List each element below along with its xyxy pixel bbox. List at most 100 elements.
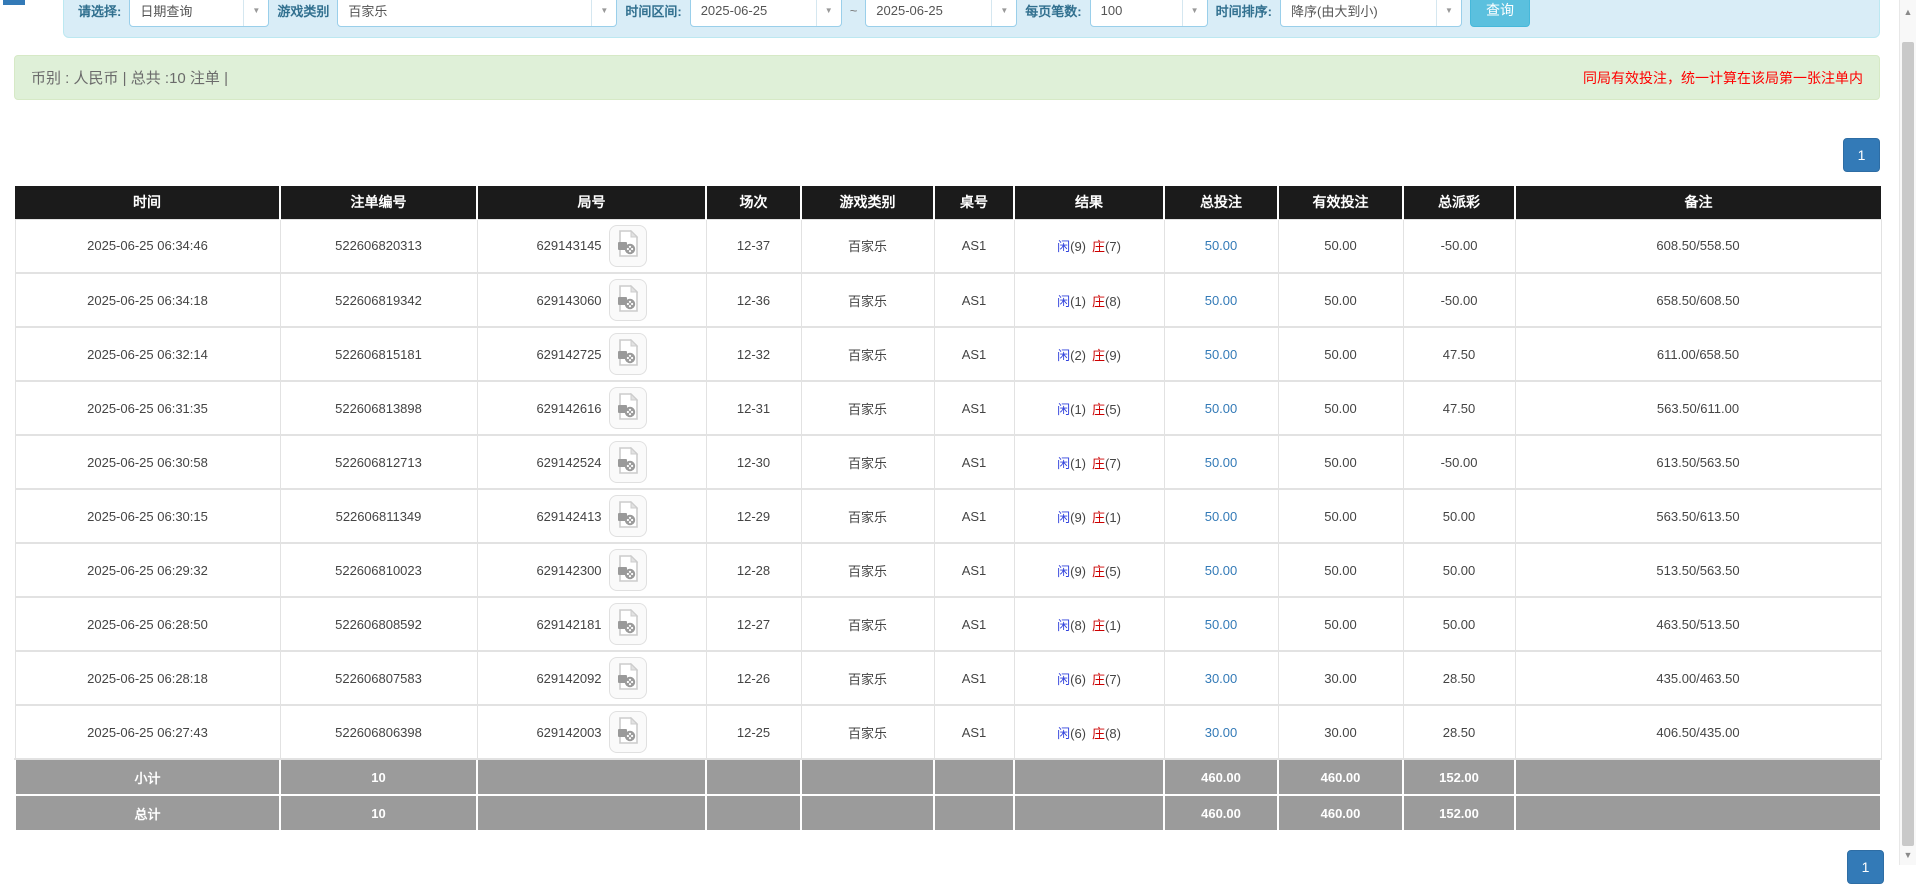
total-bet-link[interactable]: 50.00 [1205,455,1238,470]
result-player-label: 闲 [1057,726,1070,741]
total-bet-link[interactable]: 50.00 [1205,617,1238,632]
video-replay-button[interactable] [609,711,647,753]
cell-total-bet: 50.00 [1164,273,1278,327]
result-player-score: (6) [1070,726,1086,741]
total-count: 10 [280,795,477,831]
video-replay-button[interactable] [609,279,647,321]
video-replay-button[interactable] [609,387,647,429]
header-total-bet: 总投注 [1164,186,1278,219]
total-bet-link[interactable]: 50.00 [1205,563,1238,578]
video-replay-button[interactable] [609,495,647,537]
cell-table-no: AS1 [934,435,1014,489]
video-replay-button[interactable] [609,225,647,267]
game-type-select[interactable]: 百家乐 ▼ [337,0,617,27]
round-id-value: 629142181 [536,617,601,632]
cell-session: 12-25 [706,705,801,759]
video-replay-button[interactable] [609,549,647,591]
result-banker-label: 庄 [1092,402,1105,417]
result-player-score: (6) [1070,672,1086,687]
total-bet-link[interactable]: 50.00 [1205,238,1238,253]
video-replay-button[interactable] [609,441,647,483]
result-banker-score: (7) [1105,239,1121,254]
query-type-value: 日期查询 [130,1,243,20]
cell-time: 2025-06-25 06:34:46 [15,219,280,273]
filter-bar: 请选择: 日期查询 ▼ 游戏类别 百家乐 ▼ 时间区间: 2025-06-25 … [63,0,1880,38]
cell-table-no: AS1 [934,705,1014,759]
result-banker-score: (7) [1105,672,1121,687]
result-banker-label: 庄 [1092,726,1105,741]
total-bet-link[interactable]: 50.00 [1205,347,1238,362]
total-bet-link[interactable]: 50.00 [1205,293,1238,308]
cell-round-id: 629142413 [477,489,706,543]
cell-bet-id: 522606811349 [280,489,477,543]
cell-round-id: 629142003 [477,705,706,759]
cell-valid-bet: 50.00 [1278,327,1403,381]
date-to-select[interactable]: 2025-06-25 ▼ [865,0,1017,27]
game-type-label: 游戏类别 [277,1,329,20]
table-row: 2025-06-25 06:30:58 522606812713 6291425… [15,435,1881,489]
cell-valid-bet: 50.00 [1278,489,1403,543]
page-1-button[interactable]: 1 [1843,138,1880,172]
per-page-select[interactable]: 100 ▼ [1090,0,1208,27]
video-replay-button[interactable] [609,333,647,375]
result-banker-score: (1) [1105,510,1121,525]
round-id-value: 629142616 [536,401,601,416]
result-player-label: 闲 [1057,456,1070,471]
cell-remark: 563.50/611.00 [1515,381,1881,435]
cell-bet-id: 522606815181 [280,327,477,381]
sort-select[interactable]: 降序(由大到小) ▼ [1280,0,1462,27]
cell-result: 闲(1)庄(5) [1014,381,1164,435]
cell-result: 闲(9)庄(1) [1014,489,1164,543]
result-banker-score: (1) [1105,618,1121,633]
video-file-icon [616,230,640,261]
scrollbar-thumb[interactable] [1902,42,1914,846]
cell-remark: 658.50/608.50 [1515,273,1881,327]
cell-valid-bet: 50.00 [1278,597,1403,651]
table-row: 2025-06-25 06:27:43 522606806398 6291420… [15,705,1881,759]
result-player-label: 闲 [1057,618,1070,633]
cell-remark: 611.00/658.50 [1515,327,1881,381]
cell-total-payout: 47.50 [1403,381,1515,435]
cell-session: 12-31 [706,381,801,435]
cell-valid-bet: 50.00 [1278,543,1403,597]
total-bet-link[interactable]: 50.00 [1205,401,1238,416]
result-banker-score: (9) [1105,348,1121,363]
scroll-down-icon[interactable]: ▼ [1900,847,1916,863]
date-from-select[interactable]: 2025-06-25 ▼ [690,0,842,27]
header-payout: 总派彩 [1403,186,1515,219]
video-file-icon [616,393,640,424]
cell-result: 闲(6)庄(7) [1014,651,1164,705]
total-bet-link[interactable]: 30.00 [1205,725,1238,740]
cell-result: 闲(9)庄(7) [1014,219,1164,273]
cell-result: 闲(1)庄(8) [1014,273,1164,327]
video-replay-button[interactable] [609,603,647,645]
header-table-no: 桌号 [934,186,1014,219]
cell-total-payout: 28.50 [1403,651,1515,705]
subtotal-total-bet: 460.00 [1164,759,1278,795]
cell-total-bet: 50.00 [1164,327,1278,381]
video-replay-button[interactable] [609,657,647,699]
table-row: 2025-06-25 06:31:35 522606813898 6291426… [15,381,1881,435]
cell-session: 12-29 [706,489,801,543]
cell-time: 2025-06-25 06:30:58 [15,435,280,489]
result-banker-label: 庄 [1092,348,1105,363]
result-player-label: 闲 [1057,672,1070,687]
date-range-separator: ~ [850,3,858,18]
header-remark: 备注 [1515,186,1881,219]
cell-total-bet: 50.00 [1164,219,1278,273]
cell-time: 2025-06-25 06:28:50 [15,597,280,651]
vertical-scrollbar[interactable]: ▲ ▼ [1899,0,1916,865]
header-game-type: 游戏类别 [801,186,934,219]
search-button[interactable]: 查询 [1470,0,1530,27]
round-id-value: 629142725 [536,347,601,362]
total-bet-link[interactable]: 50.00 [1205,509,1238,524]
total-bet-link[interactable]: 30.00 [1205,671,1238,686]
page-1-button-bottom[interactable]: 1 [1847,850,1884,884]
round-id-value: 629142524 [536,455,601,470]
cell-game-type: 百家乐 [801,543,934,597]
query-type-select[interactable]: 日期查询 ▼ [129,0,269,27]
clipped-top-element [3,0,25,5]
video-file-icon [616,717,640,748]
scroll-up-icon[interactable]: ▲ [1900,4,1916,20]
cell-table-no: AS1 [934,597,1014,651]
